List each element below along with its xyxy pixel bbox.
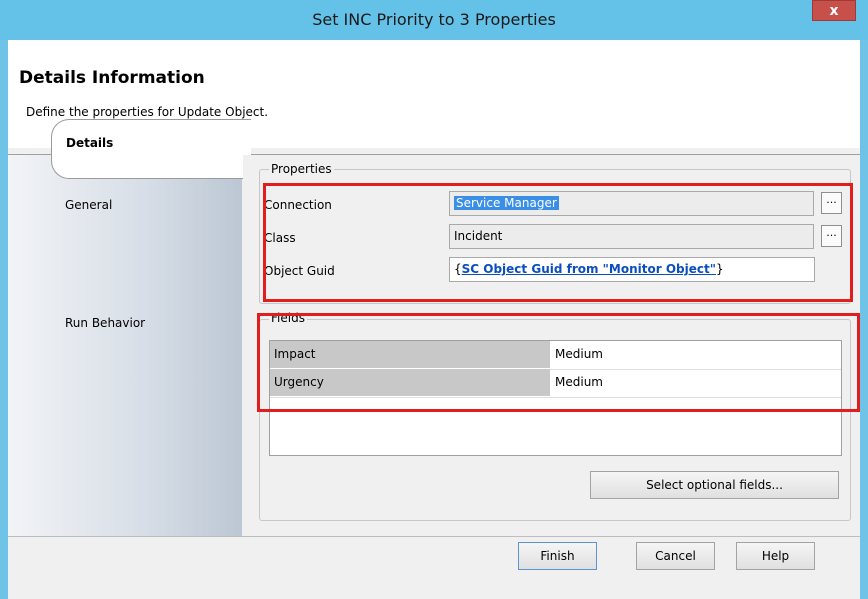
nav-panel: General Run Behavior: [8, 155, 242, 536]
properties-highlight-box: [263, 183, 853, 302]
nav-item-run-behavior[interactable]: Run Behavior: [65, 316, 145, 330]
properties-legend: Properties: [269, 162, 334, 176]
nav-item-general[interactable]: General: [65, 198, 112, 212]
fields-highlight-box: [257, 313, 860, 412]
dialog-client: Details Information Define the propertie…: [8, 40, 860, 599]
page-title: Details Information: [19, 68, 205, 88]
select-optional-fields-button[interactable]: Select optional fields...: [590, 471, 839, 499]
help-button[interactable]: Help: [736, 542, 815, 570]
finish-button[interactable]: Finish: [518, 542, 597, 570]
dialog-window: Set INC Priority to 3 Properties x Detai…: [0, 0, 868, 599]
footer-divider: [8, 536, 860, 537]
nav-item-details-label: Details: [66, 136, 114, 150]
content-panel: Properties Connection Service Manager ..…: [243, 155, 860, 536]
cancel-button[interactable]: Cancel: [636, 542, 715, 570]
title-bar[interactable]: Set INC Priority to 3 Properties x: [0, 0, 868, 40]
page-subtitle: Define the properties for Update Object.: [26, 105, 269, 119]
window-title: Set INC Priority to 3 Properties: [312, 10, 556, 29]
close-button[interactable]: x: [812, 0, 856, 21]
nav-item-details[interactable]: Details: [51, 119, 251, 179]
